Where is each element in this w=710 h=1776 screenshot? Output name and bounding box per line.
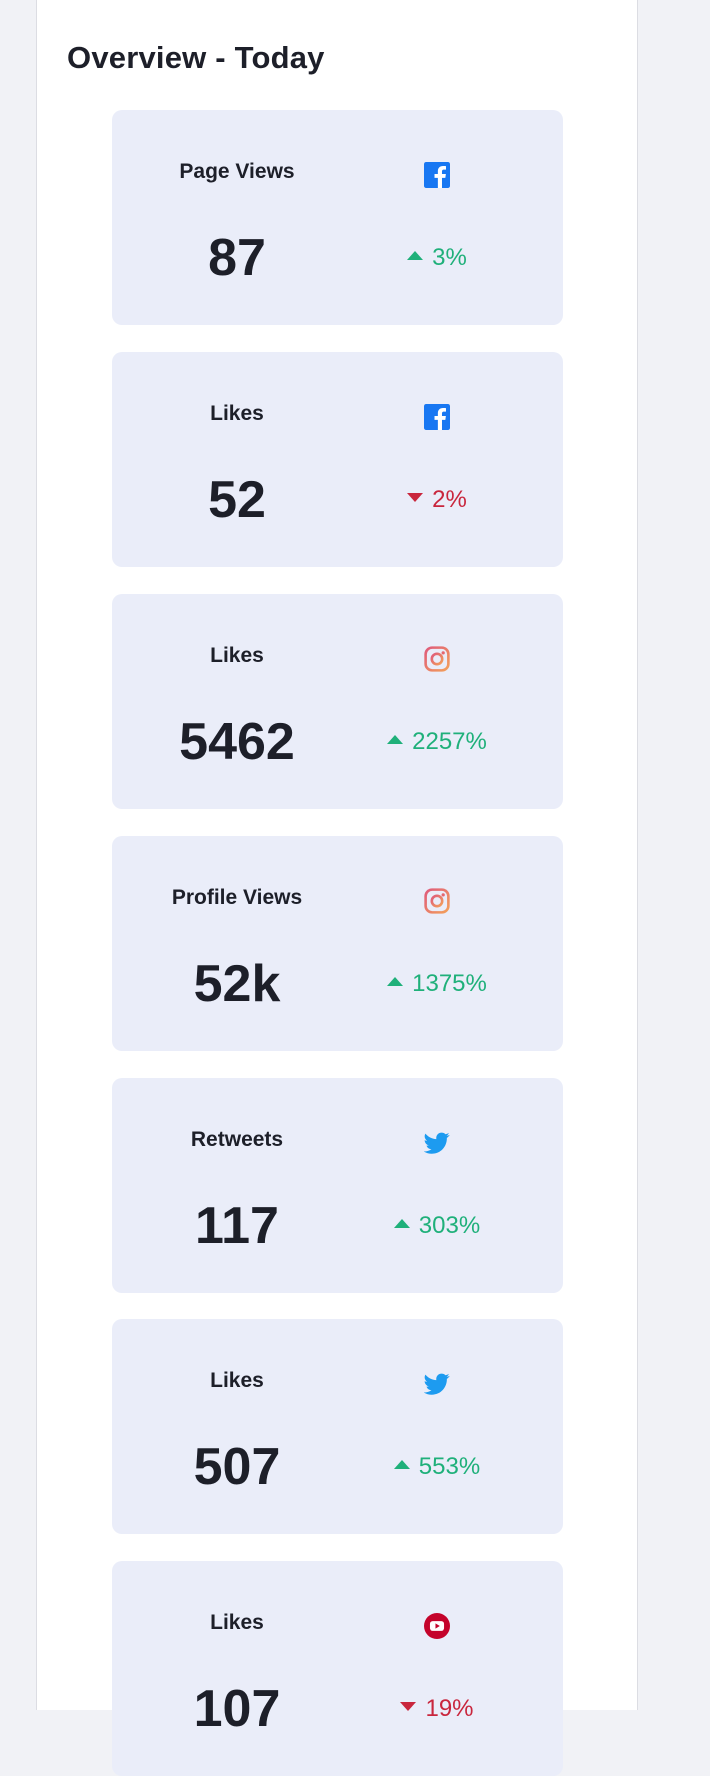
card-label: Likes: [210, 1369, 264, 1392]
youtube-icon: [424, 1613, 450, 1639]
change-percent: 303%: [418, 1212, 481, 1239]
stat-card-instagram-profile-views: Profile Views 52k 1375%: [112, 836, 563, 1051]
card-value: 5462: [179, 713, 295, 771]
card-value: 117: [195, 1197, 279, 1255]
stat-card-facebook-page-views: Page Views 87 3%: [112, 110, 563, 325]
change-percent: 553%: [418, 1453, 481, 1480]
card-label: Page Views: [179, 160, 295, 183]
card-label: Profile Views: [171, 886, 303, 909]
change-percent: 3%: [432, 244, 467, 271]
stat-card-twitter-retweets: Retweets 117 303%: [112, 1078, 563, 1293]
overview-title: Overview - Today: [67, 40, 325, 75]
card-value: 107: [193, 1680, 281, 1738]
facebook-icon: [424, 404, 450, 430]
twitter-icon: [424, 1130, 450, 1156]
card-label: Likes: [210, 644, 264, 667]
change-indicator: 303%: [337, 1211, 537, 1241]
change-indicator: 19%: [337, 1694, 537, 1724]
instagram-icon: [424, 646, 450, 672]
change-percent: 19%: [425, 1695, 474, 1722]
card-label: Likes: [210, 402, 264, 425]
change-percent: 2257%: [412, 728, 487, 755]
arrow-up-icon: [387, 977, 404, 986]
card-label: Retweets: [190, 1128, 284, 1151]
change-indicator: 3%: [337, 243, 537, 273]
arrow-up-icon: [393, 1460, 410, 1469]
change-indicator: 1375%: [337, 969, 537, 999]
change-percent: 1375%: [412, 970, 487, 997]
change-indicator: 2257%: [337, 727, 537, 757]
change-indicator: 553%: [337, 1452, 537, 1482]
arrow-up-icon: [407, 251, 424, 260]
arrow-up-icon: [387, 735, 404, 744]
stat-card-instagram-likes: Likes 5462 2257%: [112, 594, 563, 809]
card-value: 52k: [193, 955, 281, 1013]
stat-card-youtube-likes: Likes 107 19%: [112, 1561, 563, 1776]
facebook-icon: [424, 162, 450, 188]
arrow-up-icon: [393, 1219, 410, 1228]
stat-card-twitter-likes: Likes 507 553%: [112, 1319, 563, 1534]
instagram-icon: [424, 888, 450, 914]
overview-panel: Overview - Today Page Views 87 3% Likes …: [36, 0, 638, 1776]
arrow-down-icon: [407, 493, 424, 502]
card-value: 87: [208, 229, 266, 287]
twitter-icon: [424, 1371, 450, 1397]
card-value: 52: [208, 471, 266, 529]
change-indicator: 2%: [337, 485, 537, 515]
card-value: 507: [193, 1438, 281, 1496]
stat-card-facebook-likes: Likes 52 2%: [112, 352, 563, 567]
card-label: Likes: [210, 1611, 264, 1634]
change-percent: 2%: [432, 486, 467, 513]
